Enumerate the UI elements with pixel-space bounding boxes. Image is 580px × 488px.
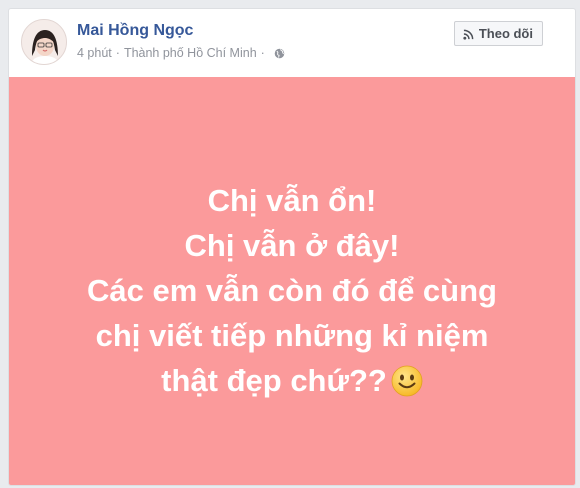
status-line-5: thật đẹp chứ?? bbox=[161, 362, 387, 398]
meta-separator: · bbox=[115, 46, 120, 60]
status-line-4: chị viết tiếp những kỉ niệm bbox=[95, 317, 489, 353]
status-background: Chị vẫn ổn! Chị vẫn ở đây! Các em vẫn cò… bbox=[9, 77, 575, 485]
follow-button[interactable]: Theo dõi bbox=[453, 21, 543, 46]
author-avatar[interactable] bbox=[21, 19, 67, 65]
rss-icon bbox=[463, 28, 474, 40]
smile-emoji-icon bbox=[391, 364, 423, 396]
status-line-5-wrapper: thật đẹp chứ?? bbox=[87, 358, 497, 403]
post-timestamp[interactable]: 4 phút bbox=[77, 46, 112, 60]
avatar-portrait-icon bbox=[22, 20, 66, 64]
follow-button-label: Theo dõi bbox=[478, 26, 533, 41]
post-location[interactable]: Thành phố Hồ Chí Minh bbox=[124, 46, 257, 60]
post-header: Mai Hồng Ngọc 4 phút · Thành phố Hồ Chí … bbox=[9, 9, 575, 77]
facebook-post-card: Mai Hồng Ngọc 4 phút · Thành phố Hồ Chí … bbox=[8, 8, 576, 486]
globe-icon[interactable] bbox=[274, 48, 285, 59]
author-name-link[interactable]: Mai Hồng Ngọc bbox=[77, 22, 193, 40]
post-meta: 4 phút · Thành phố Hồ Chí Minh · bbox=[77, 46, 285, 60]
status-line-3: Các em vẫn còn đó để cùng bbox=[87, 272, 497, 308]
meta-separator-2: · bbox=[260, 46, 265, 60]
status-line-2: Chị vẫn ở đây! bbox=[184, 227, 400, 263]
status-line-1: Chị vẫn ổn! bbox=[207, 182, 377, 218]
status-text: Chị vẫn ổn! Chị vẫn ở đây! Các em vẫn cò… bbox=[87, 178, 497, 403]
